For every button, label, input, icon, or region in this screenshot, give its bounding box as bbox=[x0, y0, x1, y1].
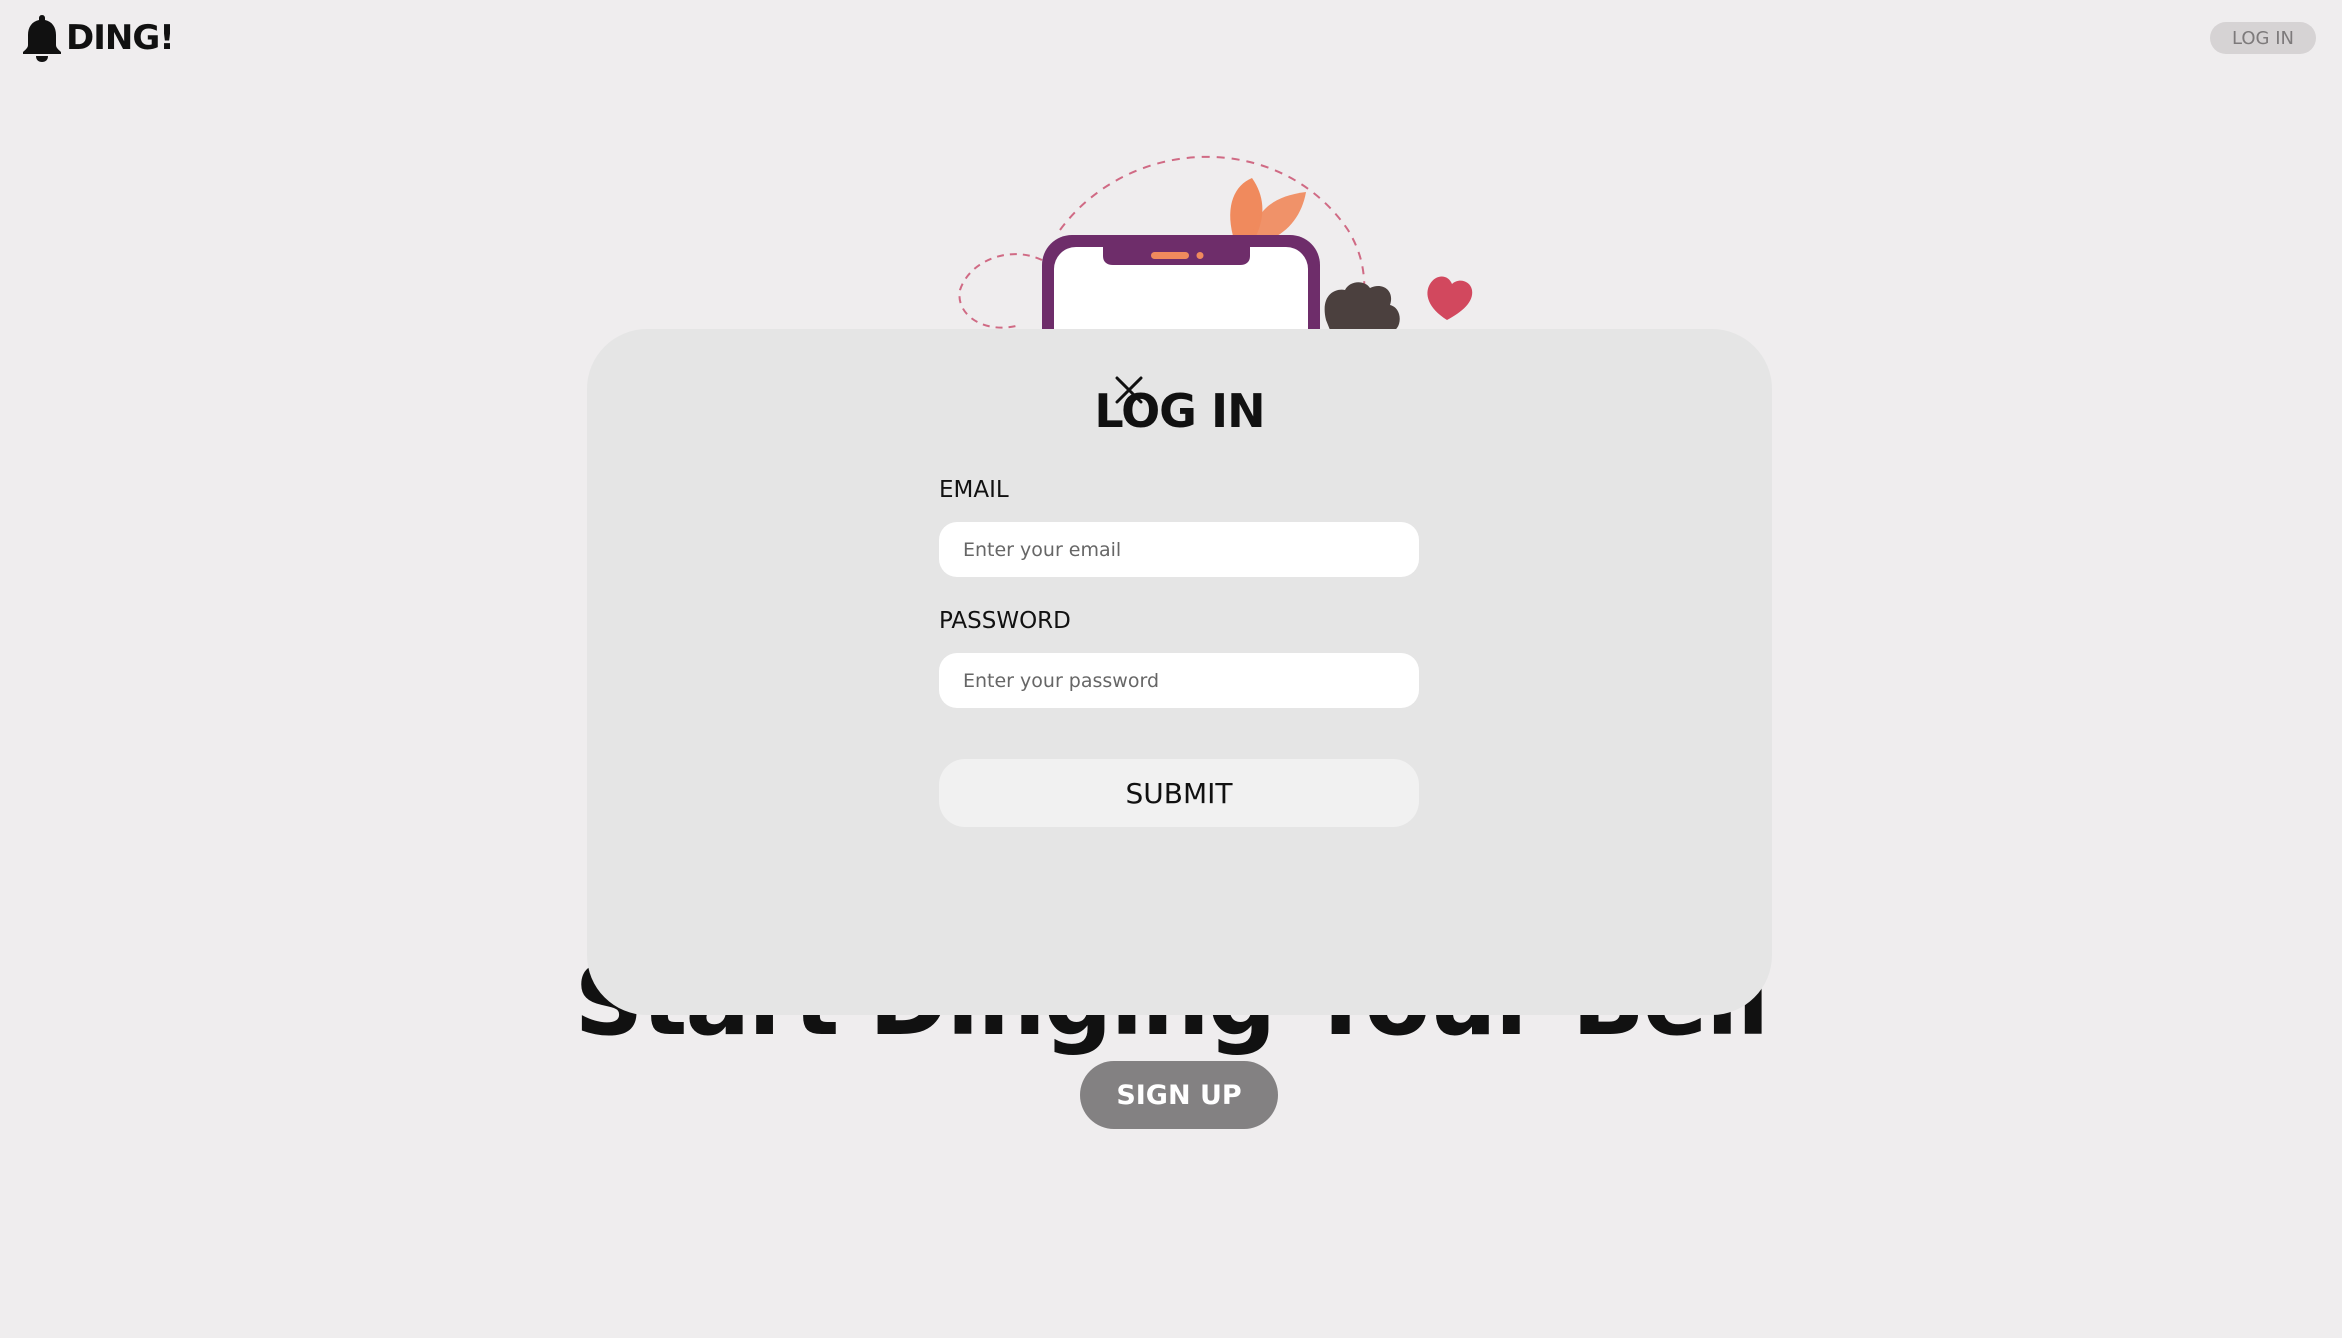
hero-illustration bbox=[958, 155, 1473, 330]
login-modal: LOG IN EMAIL PASSWORD SUBMIT bbox=[587, 329, 1772, 1015]
email-input[interactable] bbox=[939, 522, 1419, 577]
brand-name: DING! bbox=[66, 18, 175, 58]
password-input[interactable] bbox=[939, 653, 1419, 708]
submit-button[interactable]: SUBMIT bbox=[939, 759, 1419, 827]
brand-logo[interactable]: DING! bbox=[20, 12, 175, 64]
email-label: EMAIL bbox=[939, 477, 1009, 503]
header-login-button[interactable]: LOG IN bbox=[2210, 22, 2316, 54]
close-button[interactable] bbox=[1109, 370, 1149, 410]
password-label: PASSWORD bbox=[939, 608, 1071, 634]
bell-icon bbox=[23, 15, 61, 62]
close-icon bbox=[1115, 376, 1143, 404]
signup-button[interactable]: SIGN UP bbox=[1080, 1061, 1278, 1129]
landing-page: DING! LOG IN Start Dinging Your Bell SIG… bbox=[0, 0, 2342, 1338]
modal-title: LOG IN bbox=[1094, 384, 1265, 438]
